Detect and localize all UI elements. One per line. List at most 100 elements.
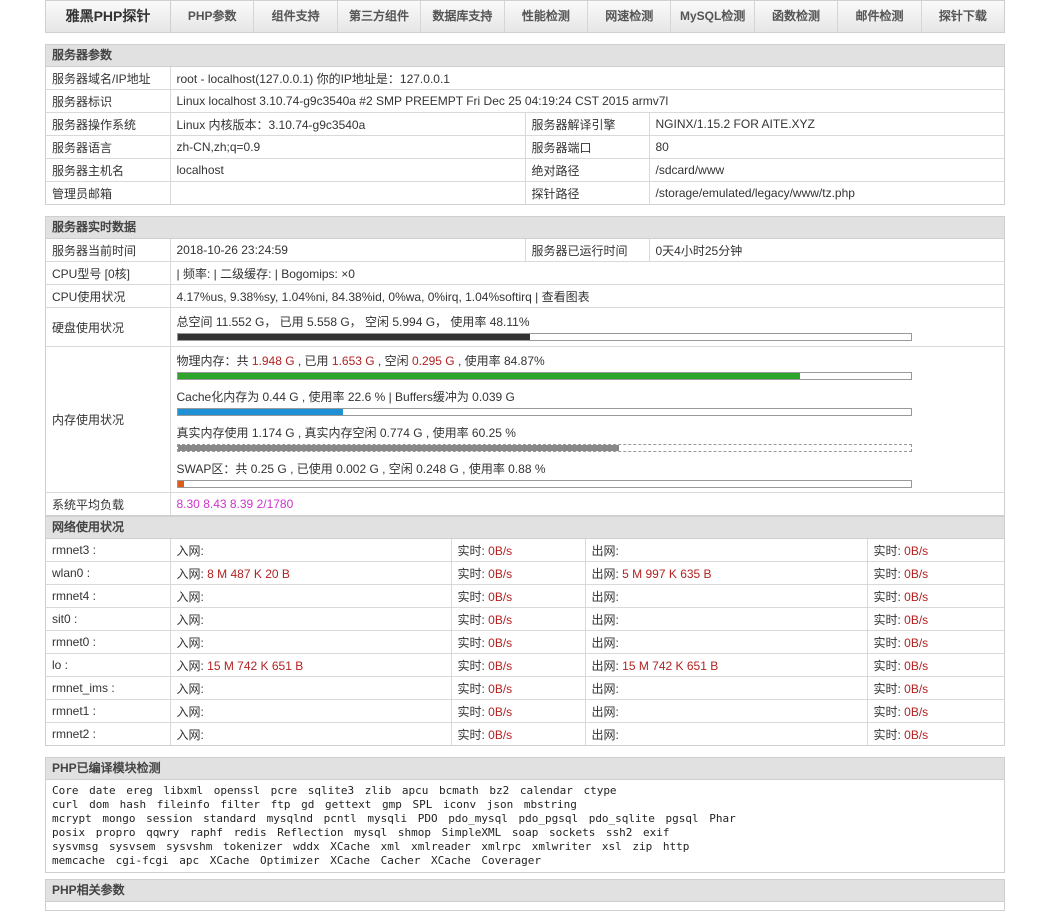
- row-label: 服务器标识: [46, 89, 171, 113]
- modules-line: mcrypt mongo session standard mysqlnd pc…: [52, 812, 736, 825]
- row-label: CPU型号 [0核]: [46, 261, 171, 285]
- disk-usage-bar-fill: [177, 334, 531, 340]
- net-in: 入网: 8 M 487 K 20 B: [170, 561, 452, 585]
- row-value: 80: [649, 135, 1004, 159]
- net-in: 入网:: [170, 722, 452, 745]
- nav-php-params[interactable]: PHP参数: [171, 1, 255, 32]
- table-row: 服务器域名/IP地址 root - localhost(127.0.0.1) 你…: [46, 67, 1004, 90]
- table-row: wlan0 : 入网: 8 M 487 K 20 B 实时: 0B/s 出网: 5 M…: [46, 561, 1004, 585]
- net-in: 入网:: [170, 584, 452, 608]
- cache-memory-bar-fill: [177, 409, 344, 415]
- nav-mail[interactable]: 邮件检测: [838, 1, 922, 32]
- nav-database[interactable]: 数据库支持: [421, 1, 505, 32]
- net-in: 入网:: [170, 539, 452, 562]
- real-memory-bar-fill: [177, 445, 620, 451]
- row-label: 服务器操作系统: [46, 112, 171, 136]
- net-out: 出网:: [585, 630, 868, 654]
- interface-name: rmnet1 :: [46, 699, 171, 723]
- nav-mysql[interactable]: MySQL检测: [671, 1, 755, 32]
- section-title: PHP相关参数: [46, 880, 1004, 902]
- table-row: rmnet3 : 入网: 实时: 0B/s 出网: 实时: 0B/s: [46, 539, 1004, 562]
- row-value: root - localhost(127.0.0.1) 你的IP地址是：127.…: [176, 71, 450, 86]
- net-in: 入网:: [170, 676, 452, 700]
- net-out-rate: 实时: 0B/s: [867, 607, 1004, 631]
- table-row: rmnet4 : 入网: 实时: 0B/s 出网: 实时: 0B/s: [46, 584, 1004, 608]
- net-out: 出网:: [585, 584, 868, 608]
- interface-name: rmnet2 :: [46, 722, 171, 745]
- table-row: 硬盘使用状况 总空间 11.552 G， 已用 5.558 G， 空闲 5.99…: [46, 307, 1004, 347]
- net-out-rate: 实时: 0B/s: [867, 722, 1004, 745]
- table-row: rmnet_ims : 入网: 实时: 0B/s 出网: 实时: 0B/s: [46, 676, 1004, 700]
- disk-usage-bar: [176, 333, 912, 341]
- nav-performance[interactable]: 性能检测: [505, 1, 589, 32]
- row-value: Linux 内核版本：3.10.74-g9c3540a: [170, 112, 526, 136]
- modules-line: Core date ereg libxml openssl pcre sqlit…: [52, 784, 617, 797]
- server-params-panel: 服务器参数 服务器域名/IP地址 root - localhost(127.0.…: [45, 44, 1005, 205]
- net-in-rate: 实时: 0B/s: [451, 630, 586, 654]
- modules-line: sysvmsg sysvsem sysvshm tokenizer wddx X…: [52, 840, 690, 853]
- row-label: 探针路径: [525, 181, 650, 204]
- disk-usage-cell: 总空间 11.552 G， 已用 5.558 G， 空闲 5.994 G， 使用…: [170, 307, 1004, 347]
- table-row: 服务器语言 zh-CN,zh;q=0.9 服务器端口 80: [46, 135, 1004, 159]
- net-in: 入网:: [170, 607, 452, 631]
- net-in-rate: 实时: 0B/s: [451, 539, 586, 562]
- table-row: 服务器主机名 localhost 绝对路径 /sdcard/www: [46, 158, 1004, 182]
- nav-functions[interactable]: 函数检测: [755, 1, 839, 32]
- interface-name: rmnet3 :: [46, 539, 171, 562]
- cpu-usage-value[interactable]: 4.17%us, 9.38%sy, 1.04%ni, 84.38%id, 0%w…: [170, 284, 1004, 308]
- nav-network-speed[interactable]: 网速检测: [588, 1, 672, 32]
- swap-bar: [176, 480, 912, 488]
- real-memory-text: 真实内存使用 1.174 G , 真实内存空闲 0.774 G , 使用率 60…: [176, 426, 516, 440]
- net-out: 出网:: [585, 699, 868, 723]
- interface-name: rmnet_ims :: [46, 676, 171, 700]
- row-value: NGINX/1.15.2 FOR AITE.XYZ: [649, 112, 1004, 136]
- modules-line: memcache cgi-fcgi apc XCache Optimizer X…: [52, 854, 541, 867]
- net-out: 出网: 15 M 742 K 651 B: [585, 653, 868, 677]
- table-row: 服务器操作系统 Linux 内核版本：3.10.74-g9c3540a 服务器解…: [46, 112, 1004, 136]
- net-out-rate: 实时: 0B/s: [867, 630, 1004, 654]
- memory-usage-cell: 物理内存：共 1.948 G , 已用 1.653 G , 空闲 0.295 G…: [170, 346, 1004, 493]
- nav-components[interactable]: 组件支持: [254, 1, 338, 32]
- interface-name: sit0 :: [46, 607, 171, 631]
- table-row: 服务器标识 Linux localhost 3.10.74-g9c3540a #…: [46, 89, 1004, 113]
- nav-download[interactable]: 探针下载: [922, 1, 1004, 32]
- nav-third-party[interactable]: 第三方组件: [338, 1, 422, 32]
- load-average-value: 8.30 8.43 8.39 2/1780: [170, 492, 1004, 515]
- table-row: rmnet0 : 入网: 实时: 0B/s 出网: 实时: 0B/s: [46, 630, 1004, 654]
- physical-memory-bar: [176, 372, 912, 380]
- net-out-rate: 实时: 0B/s: [867, 584, 1004, 608]
- interface-name: lo :: [46, 653, 171, 677]
- table-row: sit0 : 入网: 实时: 0B/s 出网: 实时: 0B/s: [46, 607, 1004, 631]
- row-label: 系统平均负载: [46, 492, 171, 515]
- net-in-rate: 实时: 0B/s: [451, 653, 586, 677]
- cache-memory-text: Cache化内存为 0.44 G , 使用率 22.6 % | Buffers缓…: [176, 390, 515, 404]
- table-row: 管理员邮箱 探针路径 /storage/emulated/legacy/www/…: [46, 181, 1004, 204]
- net-out: 出网:: [585, 607, 868, 631]
- row-label: 内存使用状况: [46, 346, 171, 493]
- table-row: rmnet1 : 入网: 实时: 0B/s 出网: 实时: 0B/s: [46, 699, 1004, 723]
- admin-email-value[interactable]: [170, 181, 526, 204]
- row-label: 服务器域名/IP地址: [46, 67, 171, 90]
- physical-memory-bar-fill: [177, 373, 800, 379]
- modules-list: Core date ereg libxml openssl pcre sqlit…: [46, 780, 1004, 872]
- net-in: 入网:: [170, 630, 452, 654]
- modules-line: posix propro qqwry raphf redis Reflectio…: [52, 826, 670, 839]
- row-label: 硬盘使用状况: [46, 307, 171, 347]
- section-title: 网络使用状况: [46, 517, 1004, 539]
- row-label: 服务器解译引擎: [525, 112, 650, 136]
- php-params-panel: PHP相关参数: [45, 879, 1005, 911]
- row-label: 服务器语言: [46, 135, 171, 159]
- modules-panel: PHP已编译模块检测 Core date ereg libxml openssl…: [45, 757, 1005, 873]
- top-nav: 雅黑PHP探针 PHP参数 组件支持 第三方组件 数据库支持 性能检测 网速检测…: [45, 0, 1005, 33]
- table-row: CPU型号 [0核] | 频率: | 二级缓存: | Bogomips: ×0: [46, 261, 1004, 285]
- table-row: lo : 入网: 15 M 742 K 651 B 实时: 0B/s 出网: 15 M…: [46, 653, 1004, 677]
- brand-link[interactable]: 雅黑PHP探针: [46, 1, 171, 32]
- net-in: 入网:: [170, 699, 452, 723]
- row-value: /storage/emulated/legacy/www/tz.php: [649, 181, 1004, 204]
- net-out-rate: 实时: 0B/s: [867, 699, 1004, 723]
- real-memory-bar: [176, 444, 912, 452]
- disk-usage-text: 总空间 11.552 G， 已用 5.558 G， 空闲 5.994 G， 使用…: [176, 315, 530, 329]
- net-in: 入网: 15 M 742 K 651 B: [170, 653, 452, 677]
- net-out-rate: 实时: 0B/s: [867, 676, 1004, 700]
- net-in-rate: 实时: 0B/s: [451, 699, 586, 723]
